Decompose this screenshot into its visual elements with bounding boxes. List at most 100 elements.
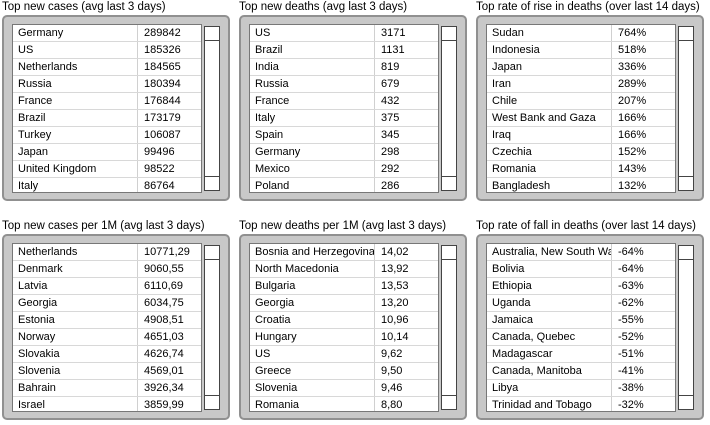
list-item[interactable]: Brazil 1131 [250,42,438,59]
ranking-list[interactable]: Australia, New South Wales -64% Bolivia -64… [486,243,676,412]
list-item[interactable]: North Macedonia 13,92 [250,261,438,278]
list-item[interactable]: Italy 375 [250,110,438,127]
scrollbar[interactable] [204,26,220,191]
list-item[interactable]: US 9,62 [250,346,438,363]
list-item[interactable]: Hungary 10,14 [250,329,438,346]
list-item[interactable]: France 176844 [13,93,201,110]
metric-value: 166% [618,112,647,124]
list-item[interactable]: Russia 679 [250,76,438,93]
list-item[interactable]: Turkey 106087 [13,127,201,144]
list-item[interactable]: Uganda -62% [487,295,675,312]
list-item[interactable]: Japan 99496 [13,144,201,161]
ranking-list[interactable]: Netherlands 10771,29 Denmark 9060,55 Latvia 6… [12,243,202,412]
metric-value: 289% [618,78,647,90]
list-item[interactable]: Madagascar -51% [487,346,675,363]
scroll-up-cap[interactable] [679,27,693,41]
list-item[interactable]: Latvia 6110,69 [13,278,201,295]
list-item[interactable]: Bangladesh 132% [487,178,675,192]
list-item[interactable]: Israel 3859,99 [13,397,201,411]
scroll-down-cap[interactable] [679,395,693,409]
list-item[interactable]: Brazil 173179 [13,110,201,127]
list-item[interactable]: Italy 86764 [13,178,201,192]
scrollbar[interactable] [678,245,694,410]
list-item[interactable]: West Bank and Gaza 166% [487,110,675,127]
list-item[interactable]: Poland 286 [250,178,438,192]
list-item[interactable]: Spain 345 [250,127,438,144]
list-item[interactable]: Libya -38% [487,380,675,397]
scroll-down-cap[interactable] [679,176,693,190]
list-item[interactable]: Slovenia 9,46 [250,380,438,397]
list-item[interactable]: Russia 180394 [13,76,201,93]
list-item[interactable]: Czechia 152% [487,144,675,161]
list-item[interactable]: Jamaica -55% [487,312,675,329]
list-item[interactable]: Canada, Quebec -52% [487,329,675,346]
metric-value: -64% [618,263,644,275]
list-item[interactable]: Trinidad and Tobago -32% [487,397,675,411]
list-item[interactable]: Germany 298 [250,144,438,161]
scrollbar[interactable] [441,245,457,410]
ranking-list[interactable]: Sudan 764% Indonesia 518% Japan 336% Iran 289% C… [486,24,676,193]
metric-value: -32% [618,399,644,411]
list-item[interactable]: Slovakia 4626,74 [13,346,201,363]
list-item[interactable]: Georgia 6034,75 [13,295,201,312]
list-item[interactable]: US 3171 [250,25,438,42]
list-item[interactable]: Japan 336% [487,59,675,76]
ranking-list[interactable]: US 3171 Brazil 1131 India 819 Russia 679 France 4… [249,24,439,193]
scrollbar[interactable] [204,245,220,410]
country-name: Croatia [250,312,375,328]
list-item[interactable]: Bosnia and Herzegovina 14,02 [250,244,438,261]
list-item[interactable]: Australia, New South Wales -64% [487,244,675,261]
list-item[interactable]: Mexico 292 [250,161,438,178]
list-item[interactable]: Bolivia -64% [487,261,675,278]
list-item[interactable]: Sudan 764% [487,25,675,42]
list-item[interactable]: Chile 207% [487,93,675,110]
country-name: United Kingdom [13,161,138,177]
scroll-up-cap[interactable] [205,27,219,41]
country-name: US [250,25,375,41]
list-item[interactable]: Slovenia 4569,01 [13,363,201,380]
list-item[interactable]: France 432 [250,93,438,110]
metric-value: 819 [381,61,400,73]
list-item[interactable]: Iran 289% [487,76,675,93]
list-item[interactable]: Iraq 166% [487,127,675,144]
list-item[interactable]: US 185326 [13,42,201,59]
list-item[interactable]: Netherlands 10771,29 [13,244,201,261]
country-name: Libya [487,380,612,396]
list-item[interactable]: Norway 4651,03 [13,329,201,346]
list-item[interactable]: Germany 289842 [13,25,201,42]
scroll-up-cap[interactable] [442,27,456,41]
scroll-up-cap[interactable] [442,246,456,260]
scroll-down-cap[interactable] [442,395,456,409]
metric-value: 207% [618,95,647,107]
metric-value: 4626,74 [144,348,184,360]
country-name: Italy [13,178,138,192]
scroll-up-cap[interactable] [679,246,693,260]
list-item[interactable]: Romania 143% [487,161,675,178]
list-item[interactable]: India 819 [250,59,438,76]
scroll-down-cap[interactable] [205,176,219,190]
list-item[interactable]: Greece 9,50 [250,363,438,380]
list-item[interactable]: Estonia 4908,51 [13,312,201,329]
scrollbar[interactable] [678,26,694,191]
metric-value: 152% [618,146,647,158]
country-name: Japan [13,144,138,160]
country-name: Israel [13,397,138,411]
list-item[interactable]: Indonesia 518% [487,42,675,59]
country-name: Canada, Manitoba [487,363,612,379]
ranking-list[interactable]: Bosnia and Herzegovina 14,02 North Macedon… [249,243,439,412]
list-item[interactable]: Georgia 13,20 [250,295,438,312]
list-item[interactable]: Denmark 9060,55 [13,261,201,278]
scroll-up-cap[interactable] [205,246,219,260]
list-item[interactable]: Croatia 10,96 [250,312,438,329]
list-item[interactable]: Canada, Manitoba -41% [487,363,675,380]
list-item[interactable]: United Kingdom 98522 [13,161,201,178]
list-item[interactable]: Ethiopia -63% [487,278,675,295]
list-item[interactable]: Bahrain 3926,34 [13,380,201,397]
list-item[interactable]: Bulgaria 13,53 [250,278,438,295]
scrollbar[interactable] [441,26,457,191]
scroll-down-cap[interactable] [442,176,456,190]
ranking-list[interactable]: Germany 289842 US 185326 Netherlands 184565 Ru… [12,24,202,193]
scroll-down-cap[interactable] [205,395,219,409]
list-item[interactable]: Netherlands 184565 [13,59,201,76]
list-item[interactable]: Romania 8,80 [250,397,438,411]
